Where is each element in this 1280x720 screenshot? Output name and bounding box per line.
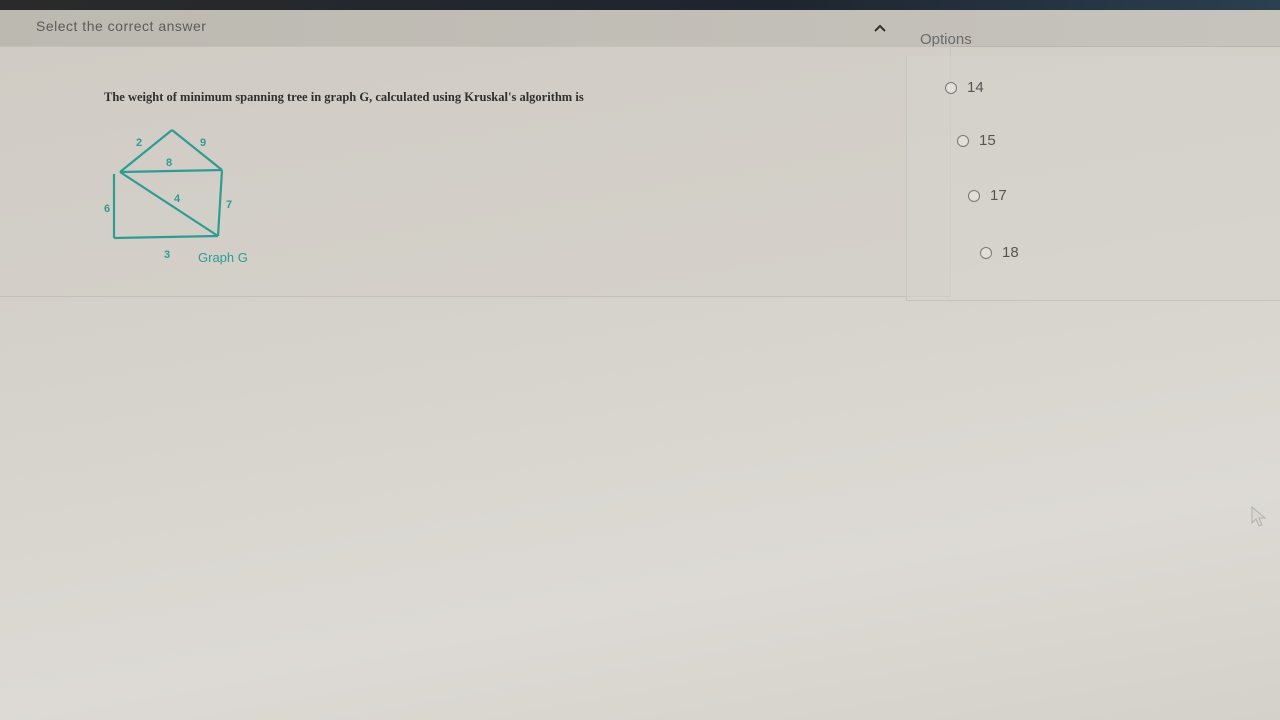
edge-weight-label: 2 (136, 137, 142, 149)
edge-weight-label: 9 (200, 137, 206, 149)
question-panel: The weight of minimum spanning tree in g… (0, 46, 951, 297)
edge-weight-label: 7 (226, 199, 232, 211)
radio-button[interactable] (957, 134, 969, 147)
option-18[interactable]: 18 (980, 244, 1019, 261)
option-label: 14 (967, 79, 984, 96)
edge-weight-label: 3 (164, 249, 170, 261)
edge-weight-label: 4 (174, 193, 181, 205)
mouse-pointer-icon (1251, 505, 1267, 527)
graph-edge (113, 234, 219, 240)
graph-caption: Graph G (198, 250, 248, 265)
radio-button[interactable] (968, 189, 980, 202)
radio-button[interactable] (945, 81, 957, 94)
question-text: The weight of minimum spanning tree in g… (104, 90, 584, 104)
chevron-up-icon[interactable] (870, 18, 890, 38)
graph-edge (119, 129, 173, 173)
option-14[interactable]: 14 (945, 79, 984, 96)
option-label: 17 (990, 187, 1007, 204)
edge-weight-label: 8 (166, 157, 172, 169)
graph-edge (216, 169, 224, 237)
graph-edge (171, 129, 223, 171)
header-title: Select the correct answer (36, 18, 207, 34)
graph-g-figure: 2 9 8 4 6 7 3 (104, 129, 232, 261)
graph-edge (119, 168, 223, 174)
question-header: Select the correct answer (0, 10, 1280, 47)
option-label: 15 (979, 132, 996, 149)
graph-edge (119, 171, 219, 237)
edge-weight-label: 6 (104, 203, 110, 215)
option-label: 18 (1002, 244, 1019, 261)
option-17[interactable]: 17 (968, 187, 1007, 204)
radio-button[interactable] (980, 246, 992, 259)
option-15[interactable]: 15 (957, 132, 996, 149)
